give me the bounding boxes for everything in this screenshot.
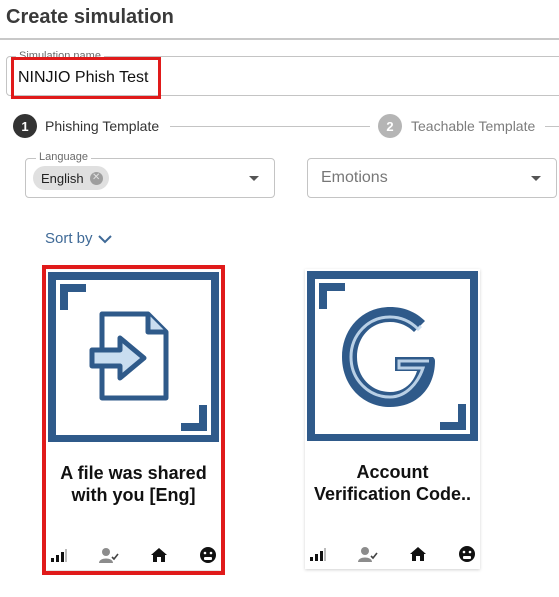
page-title: Create simulation [6,6,174,28]
language-chip-label: English [41,170,84,186]
step-2-label[interactable]: Teachable Template [411,118,535,134]
card-thumbnail [307,271,478,441]
template-card-account-verification[interactable]: Account Verification Code.. [305,269,480,569]
card-title: Account Verification Code.. [305,461,480,505]
chevron-down-icon[interactable] [531,176,541,181]
step-2-circle[interactable]: 2 [378,114,402,138]
sort-by-button[interactable]: Sort by [45,230,113,247]
chevron-down-icon[interactable] [249,176,259,181]
card-title-line: Verification Code.. [313,484,472,504]
chevron-down-icon [97,234,112,243]
card-highlight-box [42,265,225,575]
home-icon [409,546,427,562]
card-title-line: Account [356,462,429,482]
name-highlight-box [11,57,161,99]
language-label: Language [36,151,91,163]
user-verified-icon [358,546,378,562]
signal-strength-icon [309,547,327,561]
chip-remove-icon[interactable]: ✕ [89,171,103,185]
google-g-icon [319,283,466,430]
step-connector [170,126,370,127]
emotion-face-icon [458,545,476,563]
step-1-circle[interactable]: 1 [13,114,37,138]
emotions-placeholder: Emotions [321,169,388,186]
language-chip[interactable]: English ✕ [33,166,109,190]
sort-by-label: Sort by [45,230,93,247]
card-meta-icons [305,544,480,564]
title-divider [0,38,559,40]
step-1-label[interactable]: Phishing Template [45,118,159,134]
step-connector-trailing [545,126,559,127]
